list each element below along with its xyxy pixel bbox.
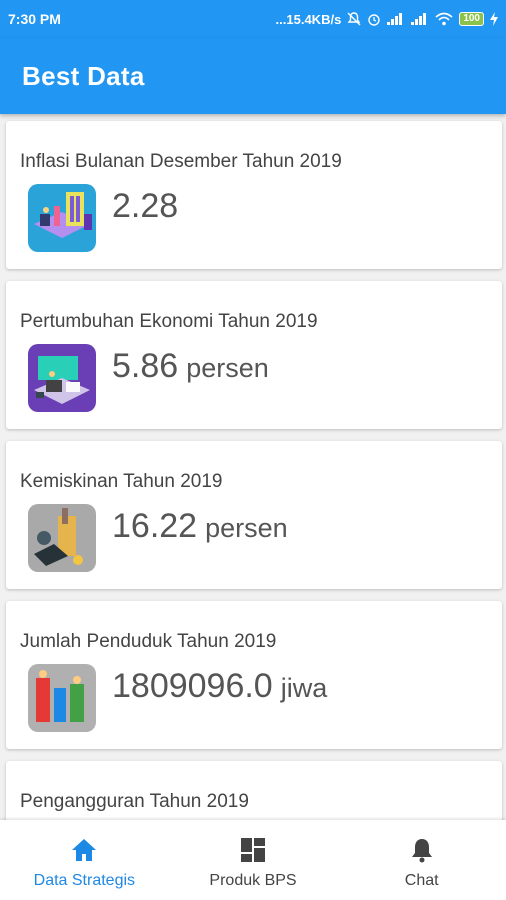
signal-icon (411, 13, 429, 25)
value-number: 5.86 (112, 347, 179, 385)
card-pertumbuhan-ekonomi[interactable]: Pertumbuhan Ekonomi Tahun 2019 5.86 pers… (6, 281, 502, 429)
home-icon (70, 836, 98, 864)
card-pengangguran[interactable]: Pengangguran Tahun 2019 (6, 761, 502, 820)
nav-label: Data Strategis (33, 872, 136, 889)
network-speed: ...15.4KB/s (275, 11, 342, 27)
mute-icon (347, 12, 361, 26)
poverty-illustration-icon (28, 504, 96, 572)
bottom-navigation: Data Strategis Produk BPS Chat (0, 820, 506, 900)
economy-illustration-icon (28, 344, 96, 412)
card-title: Inflasi Bulanan Desember Tahun 2019 (20, 151, 342, 172)
card-title: Pengangguran Tahun 2019 (20, 791, 249, 812)
card-value: 2.28 (112, 187, 186, 226)
status-icons: ...15.4KB/s 100 (276, 12, 498, 27)
bell-icon (408, 836, 436, 864)
nav-chat[interactable]: Chat (337, 820, 506, 900)
card-inflasi[interactable]: Inflasi Bulanan Desember Tahun 2019 2.28 (6, 121, 502, 269)
wifi-icon (435, 12, 453, 26)
nav-produk-bps[interactable]: Produk BPS (169, 820, 338, 900)
dashboard-icon (239, 836, 267, 864)
card-kemiskinan[interactable]: Kemiskinan Tahun 2019 16.22 persen (6, 441, 502, 589)
value-unit: persen (205, 513, 288, 543)
charging-icon (490, 12, 498, 26)
card-jumlah-penduduk[interactable]: Jumlah Penduduk Tahun 2019 1809096.0 jiw… (6, 601, 502, 749)
value-number: 1809096.0 (112, 667, 273, 705)
battery-icon: 100 (459, 12, 484, 26)
card-title: Jumlah Penduduk Tahun 2019 (20, 631, 277, 652)
card-value: 16.22 persen (112, 507, 288, 546)
card-list[interactable]: Inflasi Bulanan Desember Tahun 2019 2.28… (0, 114, 506, 820)
nav-data-strategis[interactable]: Data Strategis (0, 820, 169, 900)
nav-label: Chat (404, 872, 439, 889)
card-title: Pertumbuhan Ekonomi Tahun 2019 (20, 311, 318, 332)
value-unit: persen (186, 353, 269, 383)
app-title: Best Data (22, 60, 145, 91)
card-title: Kemiskinan Tahun 2019 (20, 471, 223, 492)
card-value: 1809096.0 jiwa (112, 667, 327, 706)
population-illustration-icon (28, 664, 96, 732)
value-unit: jiwa (280, 673, 328, 703)
status-time: 7:30 PM (8, 11, 61, 27)
status-bar: 7:30 PM ...15.4KB/s 100 (0, 0, 506, 38)
alarm-icon (367, 12, 381, 26)
nav-label: Produk BPS (209, 872, 297, 889)
card-value: 5.86 persen (112, 347, 269, 386)
value-number: 16.22 (112, 507, 198, 545)
app-bar: Best Data (0, 38, 506, 114)
value-number: 2.28 (112, 187, 179, 225)
signal-icon (387, 13, 405, 25)
inflation-illustration-icon (28, 184, 96, 252)
